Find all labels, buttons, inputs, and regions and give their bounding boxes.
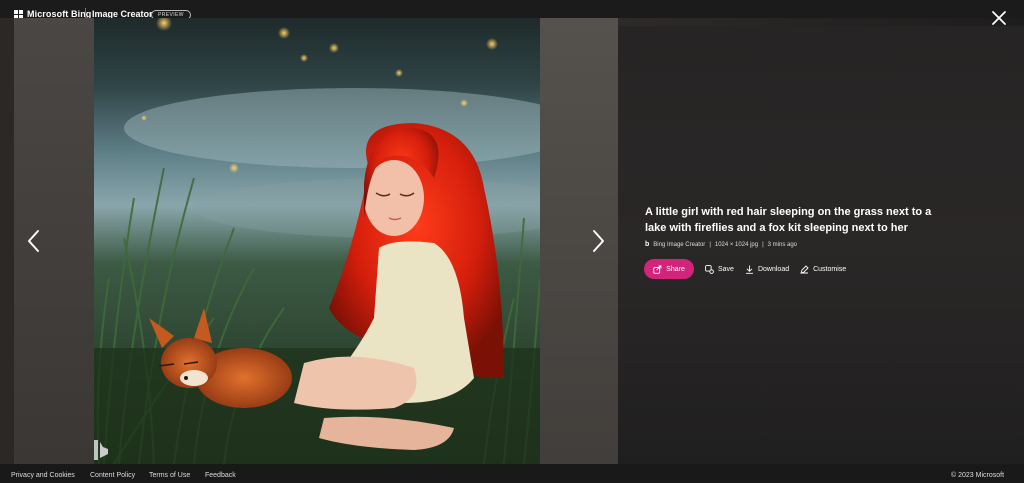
close-button[interactable] [989, 8, 1009, 28]
copyright: © 2023 Microsoft [951, 472, 1005, 479]
download-button[interactable]: Download [745, 265, 789, 274]
generated-image[interactable] [94, 18, 540, 464]
next-image-button[interactable] [586, 226, 610, 256]
previous-image-button[interactable] [22, 226, 46, 256]
meta-separator: | [762, 241, 764, 248]
footer-link-content-policy[interactable]: Content Policy [90, 472, 135, 479]
customise-label: Customise [813, 265, 847, 273]
image-meta: b Bing Image Creator | 1024 × 1024 jpg |… [645, 241, 797, 248]
generated-image-artwork [94, 18, 540, 464]
close-icon [992, 11, 1006, 25]
image-prompt: A little girl with red hair sleeping on … [645, 206, 932, 234]
download-icon [745, 265, 753, 274]
customise-icon [800, 264, 809, 274]
footer-link-privacy[interactable]: Privacy and Cookies [11, 472, 75, 479]
footer: Privacy and Cookies Content Policy Terms… [0, 464, 1024, 483]
share-label: Share [666, 265, 685, 273]
chevron-left-icon [28, 230, 39, 252]
action-bar: Share Save Download Customise [644, 259, 846, 279]
chevron-right-icon [593, 230, 604, 252]
image-dimensions: 1024 × 1024 jpg [714, 241, 759, 248]
customise-button[interactable]: Customise [800, 264, 847, 274]
share-button[interactable]: Share [644, 259, 694, 279]
meta-separator: | [709, 241, 711, 248]
save-label: Save [718, 265, 734, 273]
bing-logo-icon: b [645, 241, 650, 248]
save-icon [705, 264, 714, 274]
download-label: Download [757, 265, 790, 273]
share-icon [653, 265, 662, 274]
save-button[interactable]: Save [705, 264, 734, 274]
image-time: 3 mins ago [767, 241, 798, 248]
footer-link-feedback[interactable]: Feedback [205, 472, 236, 479]
footer-link-terms[interactable]: Terms of Use [149, 472, 190, 479]
image-source: Bing Image Creator [653, 241, 706, 248]
